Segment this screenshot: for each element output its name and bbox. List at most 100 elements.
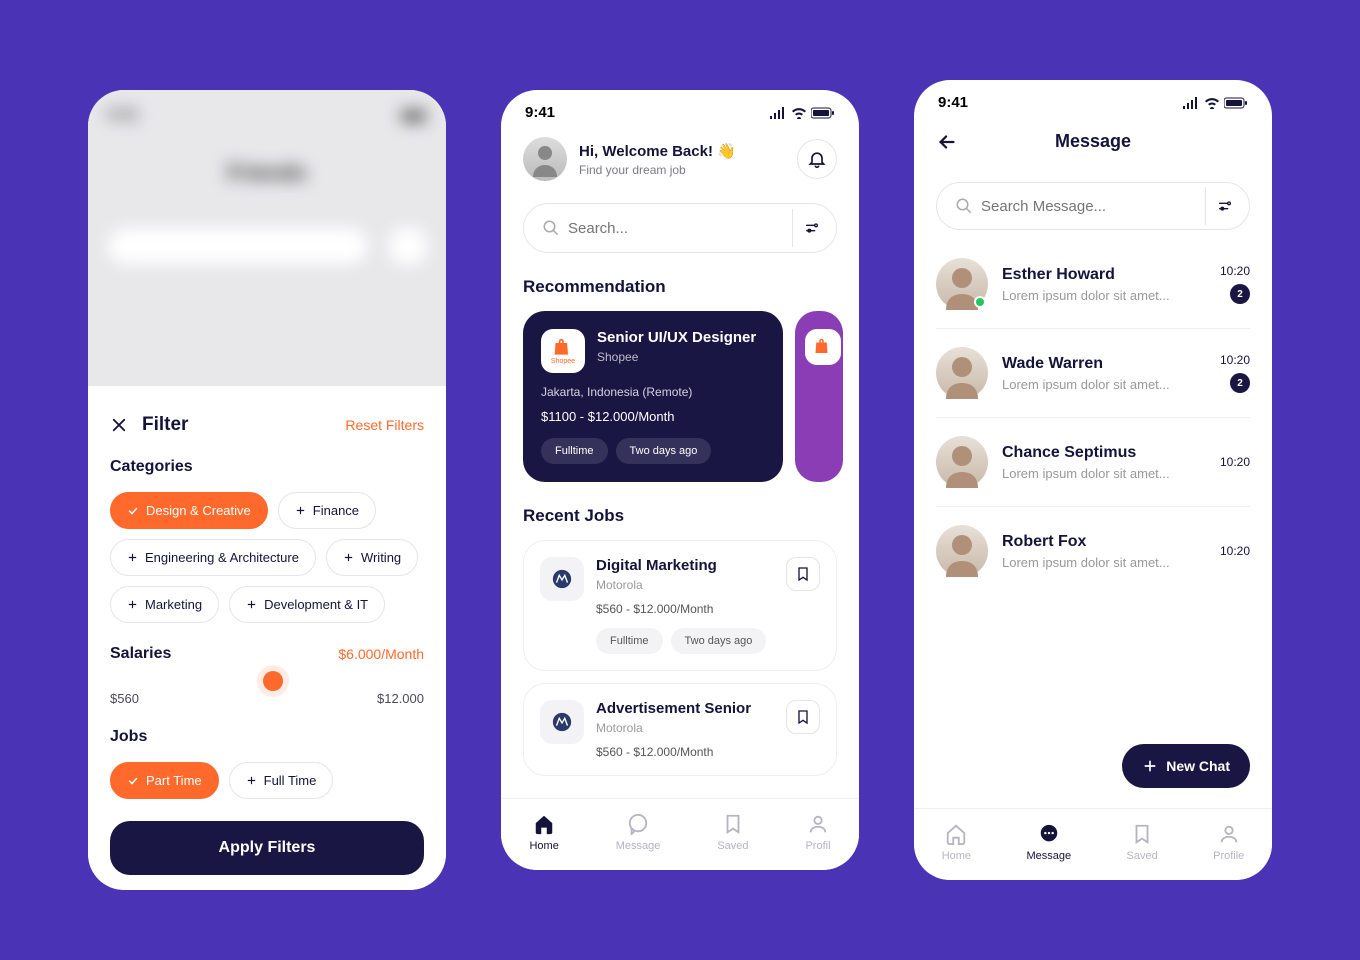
message-time: 10:20 [1220,544,1250,558]
greeting-subtitle: Find your dream job [579,163,736,177]
message-preview: Lorem ipsum dolor sit amet... [1002,288,1206,303]
nav-home[interactable]: Home [529,813,558,852]
slider-thumb[interactable] [263,671,283,691]
salaries-label: Salaries [110,645,171,663]
message-name: Robert Fox [1002,533,1206,551]
recommendation-card-next[interactable] [795,311,843,482]
unread-badge: 2 [1230,284,1250,304]
message-item[interactable]: Esther Howard Lorem ipsum dolor sit amet… [936,240,1250,329]
chip-writing[interactable]: Writing [326,539,418,576]
message-time: 10:20 [1220,455,1250,469]
job-company: Motorola [596,578,774,592]
profile-icon [1218,823,1240,845]
company-logo-icon [540,557,584,601]
avatar [936,258,988,310]
message-time: 10:20 [1220,264,1250,278]
bookmark-button[interactable] [786,557,820,591]
back-button[interactable] [936,131,958,153]
recommendation-card[interactable]: Shopee Senior UI/UX Designer Shopee Jaka… [523,311,783,482]
blurred-background: 9:41▮▮▮ Friends [88,90,446,386]
salary-max: $12.000 [377,691,424,706]
status-bar: 9:41 [914,80,1272,119]
search-bar[interactable] [936,182,1250,230]
nav-message[interactable]: Message [616,813,661,852]
job-tag: Two days ago [671,628,767,654]
phone-messages: 9:41 Message Esther Howard Lorem ipsum d… [914,80,1272,880]
message-icon [627,813,649,835]
status-time: 9:41 [525,104,555,121]
search-input[interactable] [560,220,792,237]
message-item[interactable]: Chance Septimus Lorem ipsum dolor sit am… [936,418,1250,507]
company-logo-icon [540,700,584,744]
job-title: Advertisement Senior [596,700,774,717]
avatar [936,525,988,577]
avatar [936,347,988,399]
bottom-nav: Home Message Saved Profile [914,808,1272,880]
chip-full-time[interactable]: Full Time [229,762,334,799]
online-indicator [974,296,986,308]
search-input[interactable] [973,198,1205,215]
phone-filter: 9:41▮▮▮ Friends Filter Reset Filters Cat… [88,90,446,890]
jobs-label: Jobs [110,728,424,746]
chip-part-time[interactable]: Part Time [110,762,219,799]
job-card[interactable]: Digital Marketing Motorola $560 - $12.00… [523,540,837,671]
bookmark-icon [722,813,744,835]
chip-marketing[interactable]: Marketing [110,586,219,623]
rec-title: Senior UI/UX Designer [597,329,756,346]
rec-tag-posted: Two days ago [616,438,712,464]
filter-sheet: Filter Reset Filters Categories Design &… [88,386,446,890]
reset-filters-link[interactable]: Reset Filters [345,417,424,433]
message-time: 10:20 [1220,353,1250,367]
job-title: Digital Marketing [596,557,774,574]
rec-salary: $1100 - $12.000/Month [541,409,765,424]
chip-engineering[interactable]: Engineering & Architecture [110,539,316,576]
search-icon [955,197,973,215]
home-icon [533,813,555,835]
home-icon [945,823,967,845]
search-bar[interactable] [523,203,837,253]
recent-jobs-label: Recent Jobs [523,506,837,526]
new-chat-button[interactable]: New Chat [1122,744,1250,788]
nav-profile[interactable]: Profil [805,813,830,852]
apply-filters-button[interactable]: Apply Filters [110,821,424,875]
message-item[interactable]: Robert Fox Lorem ipsum dolor sit amet...… [936,507,1250,595]
close-icon[interactable] [110,416,128,434]
chip-development[interactable]: Development & IT [229,586,385,623]
bookmark-icon [1131,823,1153,845]
filter-icon-button[interactable] [792,209,830,247]
chip-finance[interactable]: Finance [278,492,376,529]
status-bar: 9:41 [501,90,859,129]
salary-current: $6.000/Month [338,646,424,662]
job-company: Motorola [596,721,774,735]
bookmark-button[interactable] [786,700,820,734]
salary-min: $560 [110,691,139,706]
message-name: Wade Warren [1002,355,1206,373]
nav-message[interactable]: Message [1026,823,1071,862]
filter-icon-button[interactable] [1205,187,1243,225]
page-title: Message [1055,131,1131,152]
category-chips: Design & Creative Finance Engineering & … [110,492,424,623]
job-tag: Fulltime [596,628,663,654]
message-preview: Lorem ipsum dolor sit amet... [1002,466,1206,481]
nav-saved[interactable]: Saved [1127,823,1158,862]
job-salary: $560 - $12.000/Month [596,602,774,616]
job-card[interactable]: Advertisement Senior Motorola $560 - $12… [523,683,837,776]
avatar [936,436,988,488]
profile-icon [807,813,829,835]
notifications-button[interactable] [797,139,837,179]
unread-badge: 2 [1230,373,1250,393]
greeting: Hi, Welcome Back! 👋 [579,142,736,160]
categories-label: Categories [110,458,424,476]
nav-saved[interactable]: Saved [717,813,748,852]
message-name: Chance Septimus [1002,444,1206,462]
search-icon [542,219,560,237]
message-item[interactable]: Wade Warren Lorem ipsum dolor sit amet..… [936,329,1250,418]
nav-profile[interactable]: Profile [1213,823,1244,862]
chip-design-creative[interactable]: Design & Creative [110,492,268,529]
message-icon [1038,823,1060,845]
message-preview: Lorem ipsum dolor sit amet... [1002,377,1206,392]
nav-home[interactable]: Home [942,823,971,862]
avatar[interactable] [523,137,567,181]
job-salary: $560 - $12.000/Month [596,745,774,759]
status-icons [1182,97,1248,109]
